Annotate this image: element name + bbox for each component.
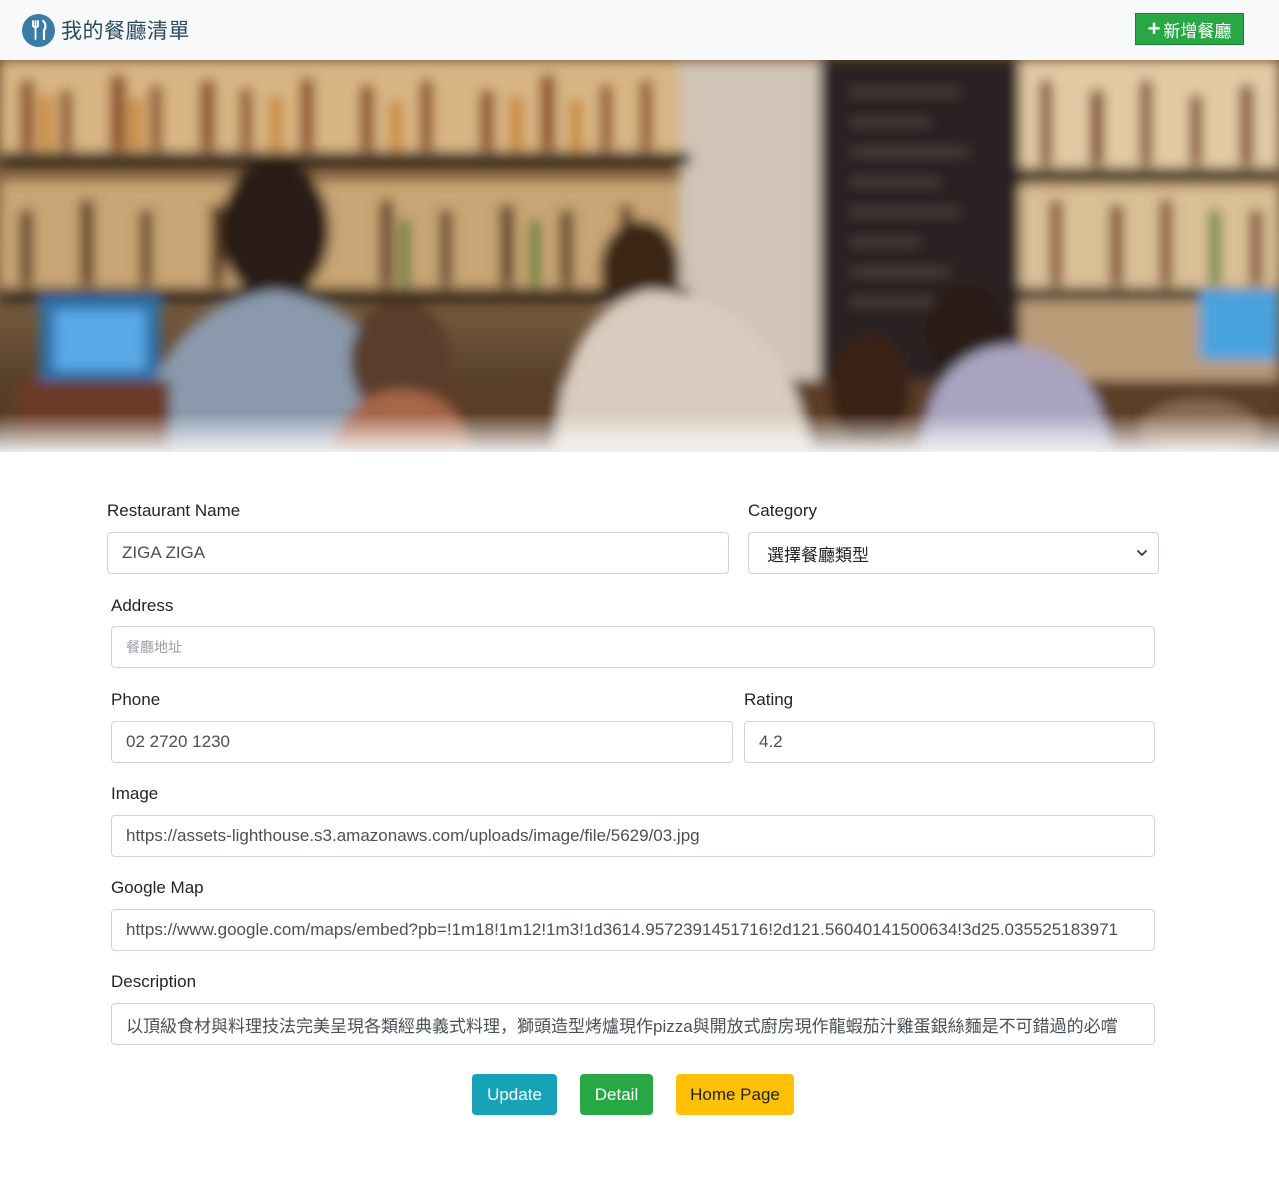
rating-input[interactable]	[744, 721, 1155, 763]
restaurant-name-input[interactable]	[107, 532, 729, 574]
brand-title: 我的餐廳清單	[61, 20, 190, 43]
image-label: Image	[111, 784, 159, 803]
description-input[interactable]	[111, 1003, 1155, 1045]
add-restaurant-label: 新增餐廳	[1163, 21, 1232, 41]
google-map-input[interactable]	[111, 909, 1155, 951]
google-map-label: Google Map	[111, 878, 204, 897]
category-label: Category	[748, 501, 817, 520]
plus-icon: +	[1147, 16, 1161, 41]
home-page-button[interactable]: Home Page	[676, 1074, 794, 1115]
phone-label: Phone	[111, 690, 161, 709]
add-restaurant-button[interactable]: + 新增餐廳	[1135, 13, 1244, 45]
address-label: Address	[111, 596, 174, 615]
restaurant-name-label: Restaurant Name	[107, 501, 241, 520]
detail-button[interactable]: Detail	[580, 1074, 653, 1115]
address-input[interactable]	[111, 626, 1155, 668]
description-label: Description	[111, 972, 197, 991]
banner-image	[0, 60, 1279, 452]
phone-input[interactable]	[111, 721, 733, 763]
image-url-input[interactable]	[111, 815, 1155, 857]
category-selected-value: 選擇餐廳類型	[767, 545, 869, 565]
brand-link[interactable]: 我的餐廳清單	[22, 13, 190, 47]
update-button[interactable]: Update	[472, 1074, 557, 1115]
utensils-icon	[22, 13, 55, 47]
navbar: 我的餐廳清單 + 新增餐廳	[0, 0, 1279, 60]
rating-label: Rating	[744, 690, 794, 709]
category-select[interactable]: 選擇餐廳類型	[748, 532, 1159, 574]
chevron-down-icon	[1137, 550, 1147, 556]
